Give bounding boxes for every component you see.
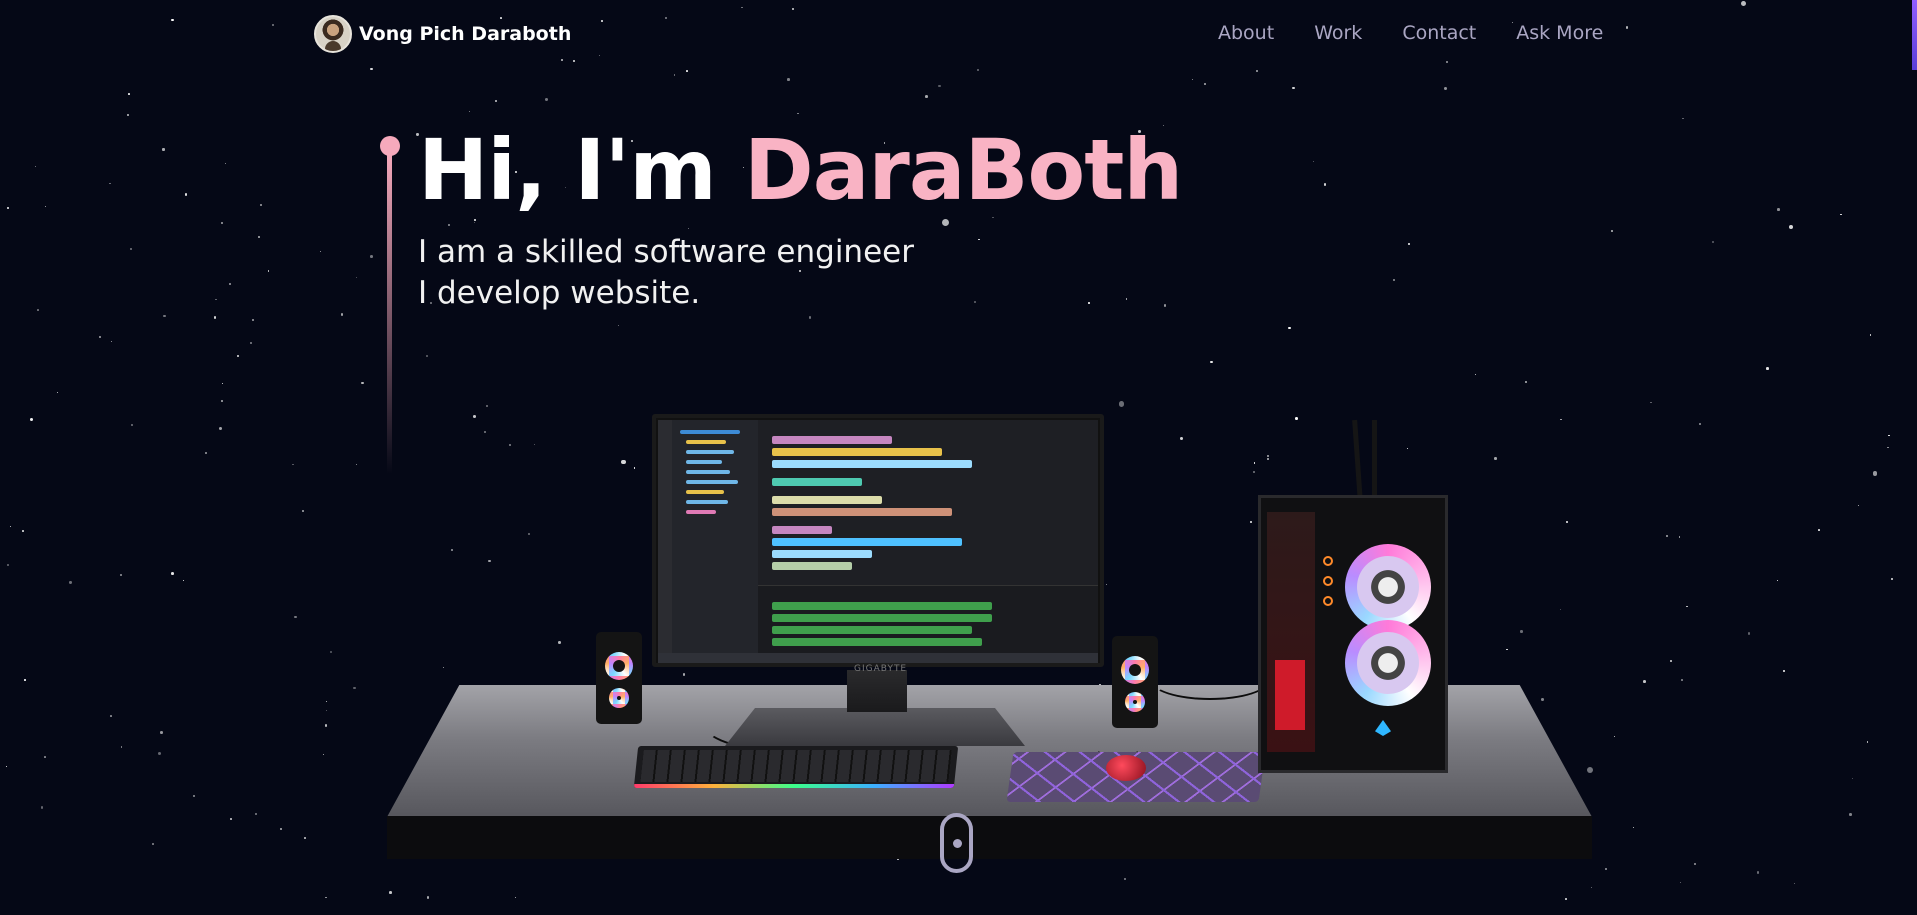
- pc-brand-logo: [1375, 720, 1391, 736]
- pc-rgb-fan: [1345, 620, 1431, 706]
- mouse-scroll-icon[interactable]: [940, 813, 973, 873]
- pc-side-glass: [1267, 512, 1315, 752]
- speaker-rgb-ring: [1125, 692, 1145, 712]
- monitor[interactable]: [652, 414, 1104, 667]
- desk-front-edge: [387, 816, 1592, 859]
- monitor-brand-label: GIGABYTE: [854, 664, 908, 674]
- editor-status-bar: [658, 653, 1098, 663]
- editor-terminal-panel: [758, 585, 1098, 653]
- 3d-computer-scene[interactable]: GIGABYTE: [0, 0, 1917, 915]
- pc-rgb-fan: [1345, 544, 1431, 630]
- editor-code-area: [758, 432, 1098, 582]
- wifi-antenna: [1352, 419, 1363, 503]
- monitor-stand-neck: [847, 670, 907, 712]
- editor-explorer-panel: [672, 420, 758, 663]
- keyboard-rgb-strip: [633, 784, 955, 788]
- pc-front-port: [1323, 556, 1333, 566]
- right-speaker[interactable]: [1112, 636, 1158, 728]
- wifi-antenna: [1372, 420, 1377, 502]
- speaker-rgb-ring: [1121, 656, 1149, 684]
- rgb-keyboard[interactable]: [633, 746, 959, 788]
- left-speaker[interactable]: [596, 632, 642, 724]
- speaker-rgb-ring: [609, 688, 629, 708]
- pc-front-port: [1323, 576, 1333, 586]
- pc-front-port: [1323, 596, 1333, 606]
- gaming-mouse[interactable]: [1106, 755, 1146, 781]
- keyboard-keys: [640, 750, 952, 782]
- monitor-stand-base: [725, 708, 1025, 746]
- editor-activity-bar: [658, 420, 672, 663]
- monitor-screen-code-editor: [658, 420, 1098, 663]
- pc-tower[interactable]: [1258, 495, 1448, 773]
- pc-cable: [1150, 660, 1270, 700]
- scroll-indicator-dot: [953, 839, 962, 848]
- speaker-rgb-ring: [605, 652, 633, 680]
